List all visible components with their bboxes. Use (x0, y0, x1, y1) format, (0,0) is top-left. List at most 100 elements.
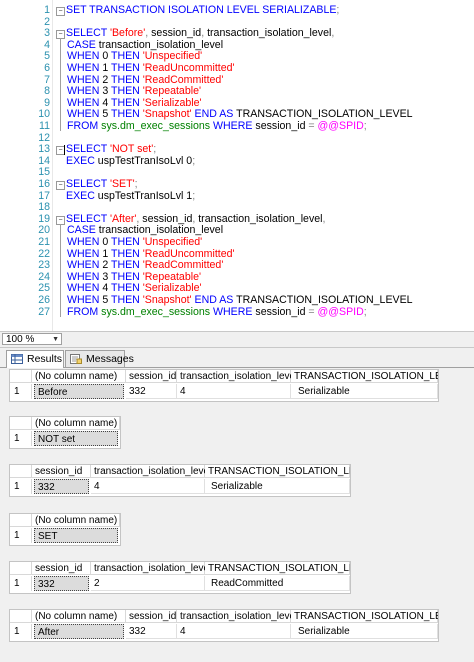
code-token: transaction_isolation_level (98, 38, 224, 51)
code-token: ; (336, 4, 340, 16)
code-token: 'Before' (109, 27, 146, 40)
code-line[interactable]: 14 EXEC uspTestTranIsoLvl 0; (0, 155, 474, 168)
code-token: , (322, 212, 326, 225)
fold-guide (60, 223, 61, 317)
code-token: EXEC (66, 189, 98, 202)
grid-cell[interactable]: SET (34, 528, 118, 543)
pane-splitter[interactable] (468, 368, 474, 662)
grid-cell[interactable]: 332 (34, 576, 89, 591)
line-number: 21 (38, 236, 50, 248)
grid-cell[interactable]: ReadCommitted (205, 576, 350, 591)
row-number[interactable]: 1 (10, 384, 32, 399)
column-header[interactable]: session_id (126, 370, 177, 383)
grid-cell[interactable]: NOT set (34, 431, 118, 446)
code-token: 'ReadUncommitted' (142, 247, 235, 260)
column-header[interactable]: (No column name) (32, 370, 126, 383)
code-token: THEN (110, 247, 143, 260)
results-tab-strip: Results Messages (0, 348, 474, 368)
code-token: 3 (102, 85, 111, 98)
result-grid[interactable]: (No column name) 1 SET (9, 513, 121, 546)
code-token: ; (153, 143, 157, 156)
result-grid[interactable]: session_id transaction_isolation_level T… (9, 464, 351, 497)
result-grid[interactable]: (No column name) session_id transaction_… (9, 369, 439, 402)
grid-cell[interactable]: After (34, 624, 124, 639)
tab-results[interactable]: Results (6, 350, 64, 368)
column-header[interactable]: transaction_isolation_level (177, 610, 297, 623)
code-token: ; (134, 178, 138, 190)
grid-cell[interactable]: 4 (177, 624, 291, 639)
code-text: FROM sys.dm_exec_sessions WHERE session_… (67, 120, 367, 133)
grid-corner (10, 514, 32, 527)
column-header[interactable]: TRANSACTION_ISOLATION_LEVEL (291, 370, 438, 383)
code-token: session_id (151, 27, 202, 40)
code-token: 'Snapshot' (142, 108, 192, 121)
code-token: WHEN (67, 259, 103, 272)
code-token: ; (363, 120, 367, 132)
column-header[interactable]: session_id (32, 465, 91, 478)
code-token: THEN (110, 282, 143, 295)
row-number[interactable]: 1 (10, 624, 32, 639)
code-token: transaction_isolation_level (198, 212, 323, 225)
code-token: THEN (110, 236, 143, 248)
chevron-down-icon[interactable]: ▼ (52, 334, 59, 346)
result-grid[interactable]: (No column name) session_id transaction_… (9, 609, 439, 642)
code-token: WHEN (67, 282, 103, 295)
code-line[interactable]: 11 FROM sys.dm_exec_sessions WHERE sessio… (0, 120, 474, 133)
code-token: TRANSACTION_ISOLATION_LEVEL (236, 108, 413, 121)
collapse-icon[interactable]: − (56, 181, 65, 190)
code-token: SELECT (66, 178, 110, 190)
code-token: 4 (102, 96, 111, 109)
code-token: 'ReadCommitted' (142, 73, 224, 86)
code-token: WHEN (67, 73, 103, 86)
column-header[interactable]: session_id (32, 562, 91, 575)
grid-cell[interactable]: Serializable (291, 624, 438, 639)
code-token: SET TRANSACTION ISOLATION LEVEL SERIALIZ… (66, 4, 337, 16)
tab-messages[interactable]: Messages (65, 350, 134, 367)
zoom-select[interactable]: 100 % ▼ (2, 333, 62, 345)
column-header[interactable]: (No column name) (32, 610, 126, 623)
column-header[interactable]: TRANSACTION_ISOLATION_LEVEL (291, 610, 438, 623)
code-token: FROM (67, 305, 102, 318)
zoom-value: 100 % (6, 334, 35, 345)
column-header[interactable]: TRANSACTION_ISOLATION_LEVEL (205, 562, 350, 575)
grid-cell[interactable]: 4 (91, 479, 205, 494)
code-line[interactable]: 27 FROM sys.dm_exec_sessions WHERE sessio… (0, 305, 474, 319)
grid-cell[interactable]: 332 (34, 479, 89, 494)
column-header[interactable]: transaction_isolation_level (91, 562, 211, 575)
grid-cell[interactable]: Serializable (291, 384, 438, 399)
code-token: THEN (110, 96, 143, 109)
code-line[interactable]: 17 EXEC uspTestTranIsoLvl 1; (0, 189, 474, 203)
grid-cell[interactable]: 2 (91, 576, 205, 591)
collapse-icon[interactable]: − (56, 7, 65, 16)
code-token: THEN (110, 85, 143, 98)
row-number[interactable]: 1 (10, 528, 32, 543)
code-token: TRANSACTION_ISOLATION_LEVEL (236, 294, 413, 306)
column-header[interactable]: TRANSACTION_ISOLATION_LEVEL (205, 465, 350, 478)
column-header[interactable]: (No column name) (32, 417, 120, 430)
grid-cell[interactable]: Before (34, 384, 124, 399)
code-token: 5 (102, 108, 111, 121)
text-caret (64, 145, 65, 156)
row-number[interactable]: 1 (10, 431, 32, 446)
code-token: 'Repeatable' (142, 85, 201, 98)
code-line[interactable]: 1 SET TRANSACTION ISOLATION LEVEL SERIALI… (0, 4, 474, 17)
code-token: WHEN (67, 50, 103, 63)
result-grid[interactable]: (No column name) 1 NOT set (9, 416, 121, 449)
code-token: 'After' (109, 212, 137, 225)
column-header[interactable]: transaction_isolation_level (91, 465, 211, 478)
column-header[interactable]: session_id (126, 610, 177, 623)
code-token: SELECT (66, 27, 110, 40)
column-header[interactable]: transaction_isolation_level (177, 370, 297, 383)
grid-cell[interactable]: Serializable (205, 479, 350, 494)
grid-cell[interactable]: 4 (177, 384, 291, 399)
sql-editor[interactable]: 1 SET TRANSACTION ISOLATION LEVEL SERIALI… (0, 0, 474, 331)
grid-cell[interactable]: 332 (126, 384, 177, 399)
grid-cell[interactable]: 332 (126, 624, 177, 639)
row-number[interactable]: 1 (10, 576, 32, 591)
code-token: sys.dm_exec_sessions (101, 120, 211, 132)
column-header[interactable]: (No column name) (32, 514, 120, 527)
result-grid[interactable]: session_id transaction_isolation_level T… (9, 561, 351, 594)
code-token: THEN (110, 259, 143, 272)
code-token: 4 (102, 282, 111, 295)
row-number[interactable]: 1 (10, 479, 32, 494)
